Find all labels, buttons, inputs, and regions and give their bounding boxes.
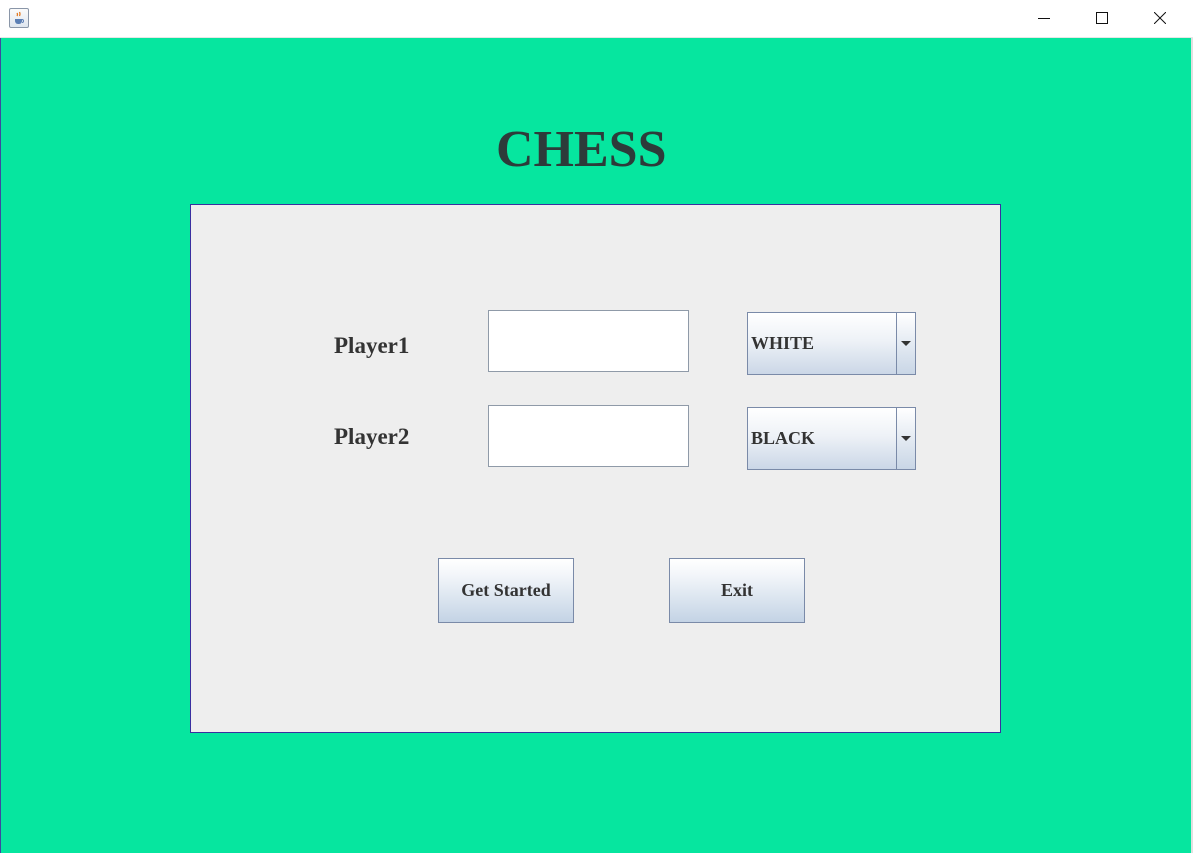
window-titlebar: [0, 0, 1193, 38]
player2-color-select[interactable]: BLACK: [747, 407, 916, 470]
exit-button[interactable]: Exit: [669, 558, 805, 623]
player1-color-value: WHITE: [751, 333, 815, 353]
close-button[interactable]: [1131, 0, 1189, 36]
page-title: CHESS: [496, 121, 667, 178]
minimize-icon: [1038, 18, 1050, 19]
maximize-button[interactable]: [1073, 0, 1131, 36]
chevron-down-icon[interactable]: [896, 313, 915, 374]
close-icon: [1154, 12, 1166, 24]
get-started-button[interactable]: Get Started: [438, 558, 574, 623]
maximize-icon: [1096, 12, 1108, 24]
player1-label: Player1: [334, 333, 410, 358]
java-cup-icon[interactable]: [9, 8, 29, 28]
chevron-down-icon[interactable]: [896, 408, 915, 469]
player2-color-value: BLACK: [751, 428, 816, 448]
minimize-button[interactable]: [1015, 0, 1073, 36]
player1-name-input[interactable]: [488, 310, 689, 372]
player2-label: Player2: [334, 424, 410, 449]
player-form-panel: Player1 WHITE Player2 BLACK Get Started …: [190, 204, 1001, 733]
player2-name-input[interactable]: [488, 405, 689, 467]
player1-color-select[interactable]: WHITE: [747, 312, 916, 375]
